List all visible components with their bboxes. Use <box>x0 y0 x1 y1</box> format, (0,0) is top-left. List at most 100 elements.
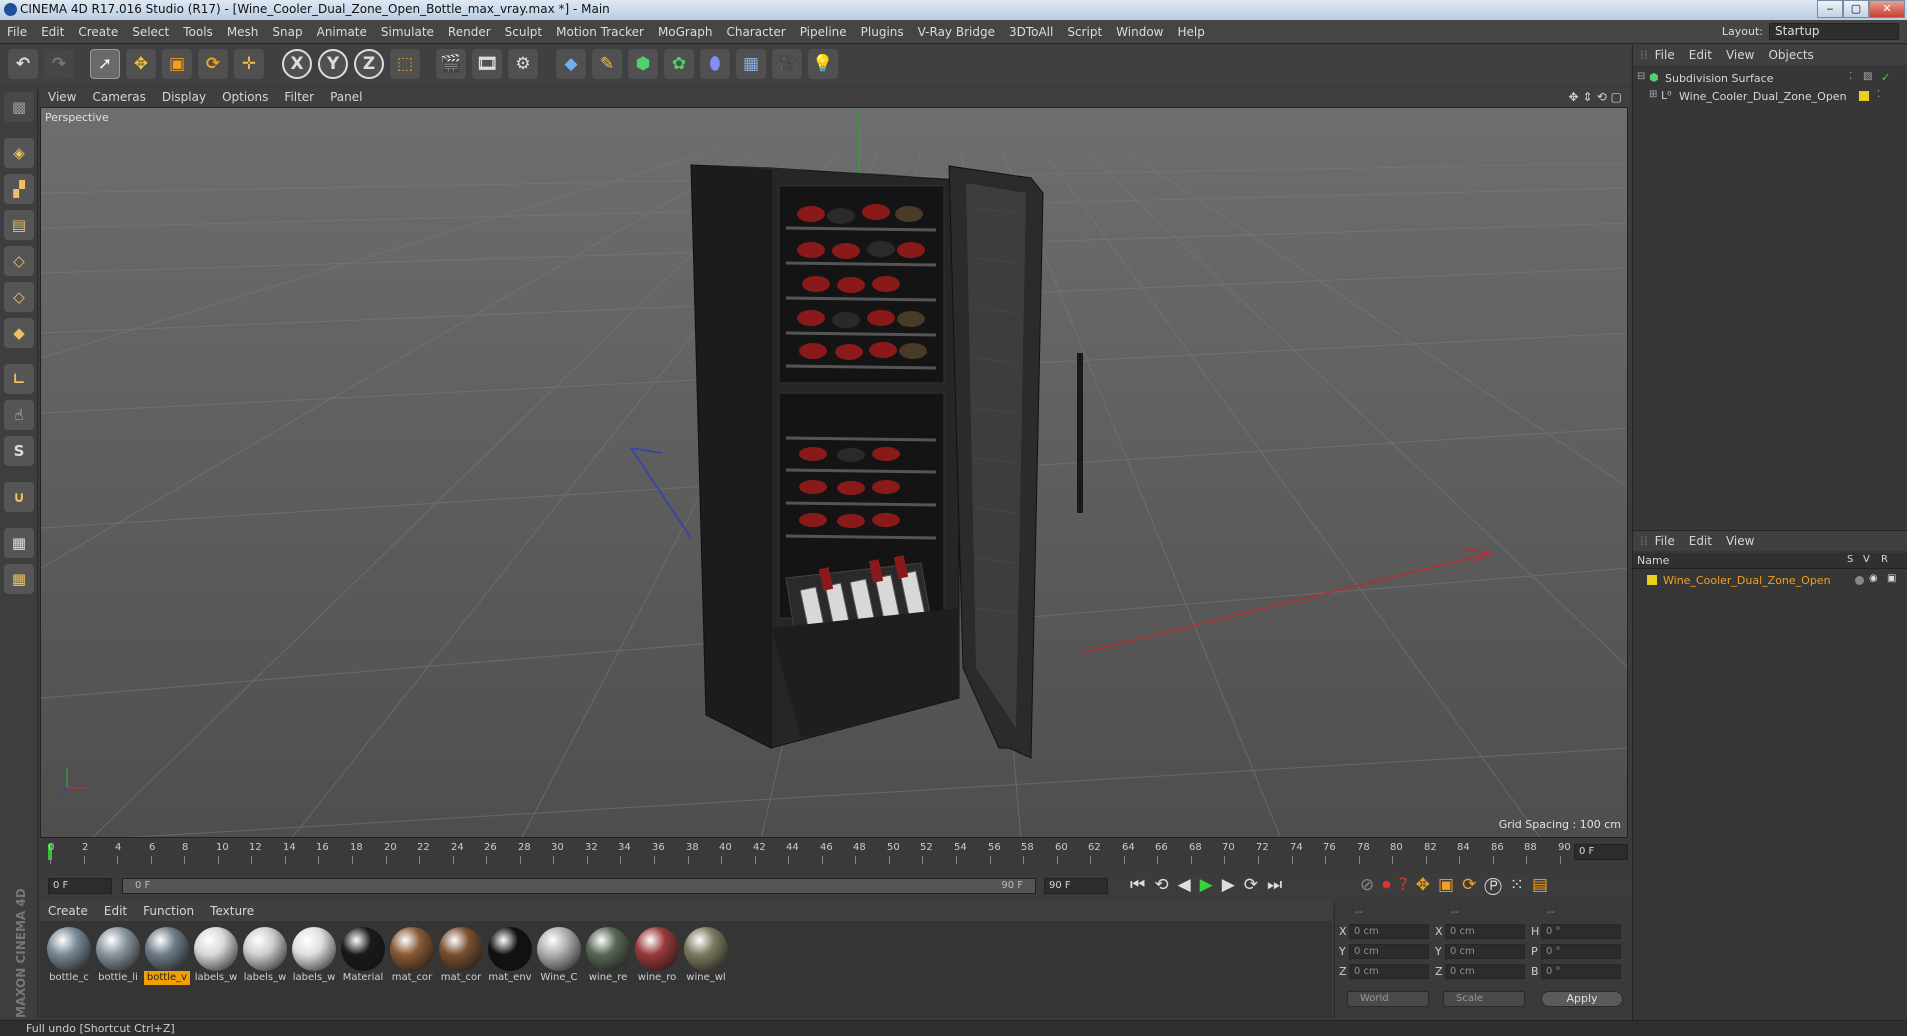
rotation-p-field[interactable]: 0 ° <box>1541 944 1621 959</box>
expand-toggle-icon[interactable]: ⊞ <box>1649 89 1657 100</box>
material-swatch[interactable]: mat_cor <box>389 927 435 991</box>
layer-menu-edit[interactable]: Edit <box>1682 531 1719 551</box>
position-y-field[interactable]: 0 cm <box>1349 944 1429 959</box>
render-picture-viewer-icon[interactable]: 🎞 <box>472 49 502 79</box>
object-menu-edit[interactable]: Edit <box>1682 45 1719 65</box>
live-selection-icon[interactable]: ➚ <box>90 49 120 79</box>
viewport-menu-panel[interactable]: Panel <box>322 87 370 107</box>
size-z-field[interactable]: 0 cm <box>1445 964 1525 979</box>
material-swatch[interactable]: labels_w <box>193 927 239 991</box>
size-y-field[interactable]: 0 cm <box>1445 944 1525 959</box>
coordinate-system-icon[interactable]: ⬚ <box>390 49 420 79</box>
loop-icon[interactable]: ⟲ <box>1154 875 1177 895</box>
deformer-icon[interactable]: ⬮ <box>700 49 730 79</box>
expand-toggle-icon[interactable]: ⊟ <box>1637 71 1645 82</box>
menu-pipeline[interactable]: Pipeline <box>793 20 854 44</box>
key-position-icon[interactable]: ✥ <box>1416 875 1438 895</box>
timeline-ruler[interactable]: 0 2 4 6 8 10 12 14 16 18 20 22 24 26 28 30 32 34 36 38 40 42 4… <box>40 840 1630 874</box>
key-pla-icon[interactable]: ⁙ <box>1510 875 1532 895</box>
close-button[interactable]: ✕ <box>1869 0 1905 18</box>
points-mode-icon[interactable]: ◇ <box>4 246 34 276</box>
object-menu-file[interactable]: File <box>1648 45 1682 65</box>
texture-mode-icon[interactable]: ▞ <box>4 174 34 204</box>
y-axis-lock-icon[interactable]: Y <box>318 49 348 79</box>
material-menu-function[interactable]: Function <box>135 901 202 921</box>
floor-icon[interactable]: ▦ <box>736 49 766 79</box>
menu-snap[interactable]: Snap <box>265 20 309 44</box>
viewport-menu-display[interactable]: Display <box>154 87 214 107</box>
render-toggle-icon[interactable]: ▣ <box>1887 573 1896 584</box>
viewport-menu-filter[interactable]: Filter <box>276 87 322 107</box>
go-to-end-icon[interactable]: ⏭ <box>1267 875 1291 895</box>
x-axis-lock-icon[interactable]: X <box>282 49 312 79</box>
render-settings-icon[interactable]: ⚙ <box>508 49 538 79</box>
render-column-header[interactable]: R <box>1881 554 1888 565</box>
material-swatch[interactable]: wine_re <box>585 927 631 991</box>
layout-dropdown[interactable]: Startup <box>1769 23 1899 40</box>
transform-icon[interactable]: ✛ <box>234 49 264 79</box>
material-menu-create[interactable]: Create <box>40 901 96 921</box>
frame-range-slider[interactable]: 0 F 90 F <box>122 878 1036 894</box>
menu-mograph[interactable]: MoGraph <box>651 20 720 44</box>
render-view-icon[interactable]: 🎬 <box>436 49 466 79</box>
layer-menu-file[interactable]: File <box>1648 531 1682 551</box>
pen-spline-icon[interactable]: ✎ <box>592 49 622 79</box>
make-editable-icon[interactable]: ▩ <box>4 92 34 122</box>
material-swatch[interactable]: wine_wl <box>683 927 729 991</box>
coordinate-space-dropdown[interactable]: World <box>1347 991 1429 1007</box>
menu-select[interactable]: Select <box>125 20 176 44</box>
autokeying-icon[interactable]: ? <box>1399 875 1416 895</box>
position-z-field[interactable]: 0 cm <box>1349 964 1429 979</box>
cube-primitive-icon[interactable]: ◆ <box>556 49 586 79</box>
redo-icon[interactable]: ↷ <box>44 49 74 79</box>
edges-mode-icon[interactable]: ◇ <box>4 282 34 312</box>
start-frame-field[interactable]: 0 F <box>48 878 112 894</box>
menu-mesh[interactable]: Mesh <box>220 20 266 44</box>
go-to-start-icon[interactable]: ⏮ <box>1130 875 1154 895</box>
visibility-toggle-icon[interactable]: ⁚ <box>1849 71 1852 82</box>
minimize-button[interactable]: ‒ <box>1817 0 1843 18</box>
timeline-window-icon[interactable]: ▤ <box>1532 875 1556 895</box>
material-swatch[interactable]: labels_w <box>291 927 337 991</box>
size-x-field[interactable]: 0 cm <box>1445 924 1525 939</box>
maximize-button[interactable]: ▢ <box>1843 0 1869 18</box>
material-swatch[interactable]: mat_env <box>487 927 533 991</box>
material-swatch[interactable]: bottle_c <box>46 927 92 991</box>
step-forward-icon[interactable]: ▶ <box>1222 875 1244 895</box>
visibility-toggle-icon[interactable]: ⁚ <box>1877 89 1880 100</box>
menu-3dtoall[interactable]: 3DToAll <box>1002 20 1060 44</box>
enabled-check-icon[interactable]: ✓ <box>1881 71 1890 84</box>
step-back-icon[interactable]: ◀ <box>1178 875 1200 895</box>
layer-menu-view[interactable]: View <box>1719 531 1761 551</box>
solo-column-header[interactable]: S <box>1847 554 1853 565</box>
menu-create[interactable]: Create <box>71 20 125 44</box>
object-row-wine-cooler[interactable]: ⊞ L⁰ Wine_Cooler_Dual_Zone_Open ⁚ <box>1637 89 1903 105</box>
play-icon[interactable]: ▶ <box>1200 875 1222 895</box>
object-menu-objects[interactable]: Objects <box>1761 45 1820 65</box>
viewport-nav-icons[interactable]: ✥⇕⟲▢ <box>1568 87 1626 107</box>
menu-help[interactable]: Help <box>1170 20 1211 44</box>
subdivision-surface-icon[interactable]: ⬢ <box>628 49 658 79</box>
viewport-menu-view[interactable]: View <box>40 87 84 107</box>
solo-toggle-icon[interactable] <box>1855 576 1864 585</box>
model-mode-icon[interactable]: ◈ <box>4 138 34 168</box>
key-parameter-icon[interactable]: Ⓟ <box>1484 875 1509 895</box>
visible-column-header[interactable]: V <box>1863 554 1870 565</box>
material-menu-edit[interactable]: Edit <box>96 901 135 921</box>
menu-simulate[interactable]: Simulate <box>374 20 441 44</box>
menu-render[interactable]: Render <box>441 20 498 44</box>
menu-edit[interactable]: Edit <box>34 20 71 44</box>
apply-button[interactable]: Apply <box>1541 991 1623 1007</box>
layer-row[interactable]: Wine_Cooler_Dual_Zone_Open ◉ ▣ <box>1637 573 1903 589</box>
light-icon[interactable]: 💡 <box>808 49 838 79</box>
z-axis-lock-icon[interactable]: Z <box>354 49 384 79</box>
menu-file[interactable]: File <box>0 20 34 44</box>
scale-icon[interactable]: ▣ <box>162 49 192 79</box>
viewport-menu-cameras[interactable]: Cameras <box>84 87 153 107</box>
menu-script[interactable]: Script <box>1060 20 1109 44</box>
key-scale-icon[interactable]: ▣ <box>1438 875 1462 895</box>
tag-icon[interactable]: ▧ <box>1863 71 1872 82</box>
material-swatch[interactable]: wine_ro <box>634 927 680 991</box>
material-swatch[interactable]: mat_cor <box>438 927 484 991</box>
material-swatch[interactable]: Material <box>340 927 386 991</box>
